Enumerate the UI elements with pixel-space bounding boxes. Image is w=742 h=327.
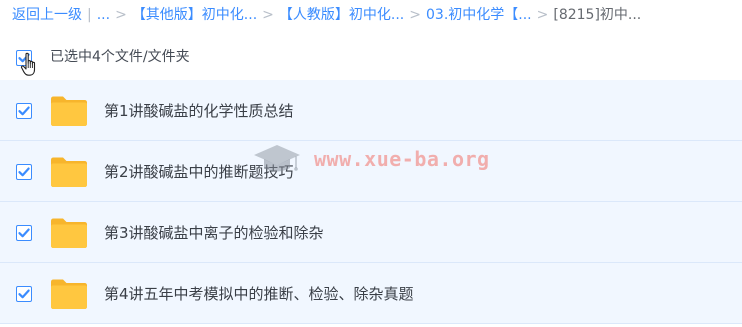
- file-row[interactable]: 第3讲酸碱盐中离子的检验和除杂: [0, 202, 742, 263]
- breadcrumb-item-other-edition[interactable]: 【其他版】初中化...: [132, 7, 257, 23]
- file-name[interactable]: 第2讲酸碱盐中的推断题技巧: [104, 161, 294, 183]
- breadcrumb-item-pep-edition[interactable]: 【人教版】初中化...: [279, 7, 404, 23]
- breadcrumb-separator: >: [409, 7, 421, 23]
- folder-icon: [51, 157, 87, 187]
- breadcrumb-separator: >: [536, 7, 549, 23]
- file-row[interactable]: 第4讲五年中考模拟中的推断、检验、除杂真题: [0, 263, 742, 324]
- folder-icon: [51, 96, 87, 126]
- folder-icon: [51, 218, 87, 248]
- file-name[interactable]: 第3讲酸碱盐中离子的检验和除杂: [104, 222, 324, 244]
- file-checkbox[interactable]: [16, 103, 32, 119]
- file-name[interactable]: 第1讲酸碱盐的化学性质总结: [104, 100, 294, 122]
- checkbox-checked-icon: [18, 228, 30, 238]
- file-checkbox[interactable]: [16, 225, 32, 241]
- selection-count-label: 已选中4个文件/文件夹: [50, 49, 190, 65]
- breadcrumb-current: [8215]初中...: [553, 7, 642, 23]
- file-browser: 返回上一级 |... > 【其他版】初中化... > 【人教版】初中化... >03.初中化…: [0, 0, 742, 327]
- hand-pointer-icon: [20, 52, 36, 76]
- checkbox-checked-icon: [18, 106, 30, 116]
- breadcrumb-ellipsis[interactable]: ...: [97, 7, 110, 23]
- checkbox-checked-icon: [18, 167, 30, 177]
- breadcrumb-separator: |: [87, 7, 92, 23]
- checkbox-checked-icon: [18, 289, 30, 299]
- selection-bar: 已选中4个文件/文件夹: [0, 38, 742, 80]
- breadcrumb-separator: >: [262, 7, 274, 23]
- breadcrumb: 返回上一级 |... > 【其他版】初中化... > 【人教版】初中化... >03.初中化…: [12, 4, 740, 26]
- file-list: 第1讲酸碱盐的化学性质总结 第2讲酸碱盐中的推断题技巧 第3讲酸碱盐中离子的检验…: [0, 80, 742, 324]
- file-checkbox[interactable]: [16, 164, 32, 180]
- file-row[interactable]: 第2讲酸碱盐中的推断题技巧: [0, 141, 742, 202]
- file-name[interactable]: 第4讲五年中考模拟中的推断、检验、除杂真题: [104, 283, 414, 305]
- breadcrumb-item-chemistry[interactable]: 03.初中化学【...: [426, 7, 532, 23]
- file-checkbox[interactable]: [16, 286, 32, 302]
- folder-icon: [51, 279, 87, 309]
- file-row[interactable]: 第1讲酸碱盐的化学性质总结: [0, 80, 742, 141]
- breadcrumb-back-link[interactable]: 返回上一级: [12, 7, 82, 23]
- breadcrumb-separator: >: [115, 7, 127, 23]
